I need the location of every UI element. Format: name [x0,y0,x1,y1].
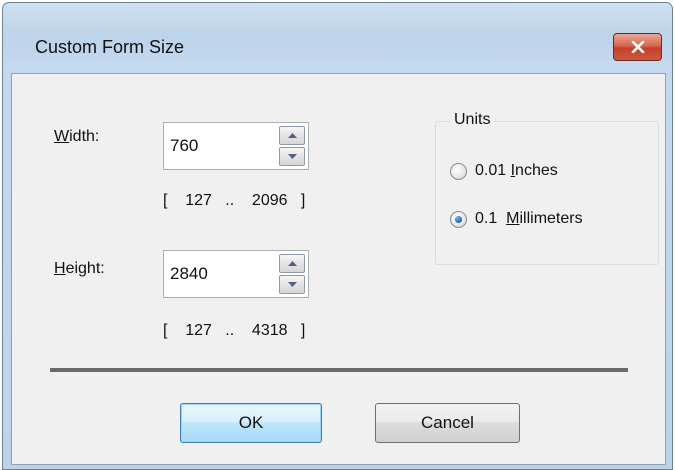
height-spinbox [163,250,309,298]
window-title: Custom Form Size [35,37,185,57]
arrow-down-icon [287,282,297,287]
dialog-window: Custom Form Size Width: [ 127 .. 2096 ] … [2,2,673,470]
height-label: Height: [54,260,105,277]
height-spin-up-button[interactable] [279,254,305,273]
radio-millimeters-button[interactable] [450,210,467,228]
radio-inches-button[interactable] [450,162,467,180]
width-spin-down-button[interactable] [279,147,305,166]
radio-inches[interactable]: 0.01 Inches [450,162,558,180]
separator-line [50,368,628,372]
width-input[interactable] [170,123,270,169]
close-button[interactable] [613,33,662,61]
arrow-up-icon [287,133,297,138]
width-label: Width: [54,128,100,145]
height-input[interactable] [170,251,270,297]
width-spinbox [163,122,309,170]
width-range-text: [ 127 .. 2096 ] [163,192,306,209]
cancel-button[interactable]: Cancel [375,403,520,443]
radio-millimeters[interactable]: 0.1 Millimeters [450,210,583,228]
units-group-title: Units [450,111,495,129]
width-spin-up-button[interactable] [279,126,305,145]
arrow-down-icon [287,154,297,159]
arrow-up-icon [287,261,297,266]
title-bar[interactable] [3,3,672,39]
ok-button[interactable]: OK [180,403,322,443]
units-groupbox: Units 0.01 Inches 0.1 Millimeters [435,111,659,265]
height-range-text: [ 127 .. 4318 ] [163,322,306,339]
radio-millimeters-label: 0.1 Millimeters [475,210,583,227]
radio-inches-label: 0.01 Inches [475,162,558,179]
dialog-client-area: Width: [ 127 .. 2096 ] Height: [11,73,666,465]
close-icon [631,41,644,53]
height-spin-down-button[interactable] [279,275,305,294]
